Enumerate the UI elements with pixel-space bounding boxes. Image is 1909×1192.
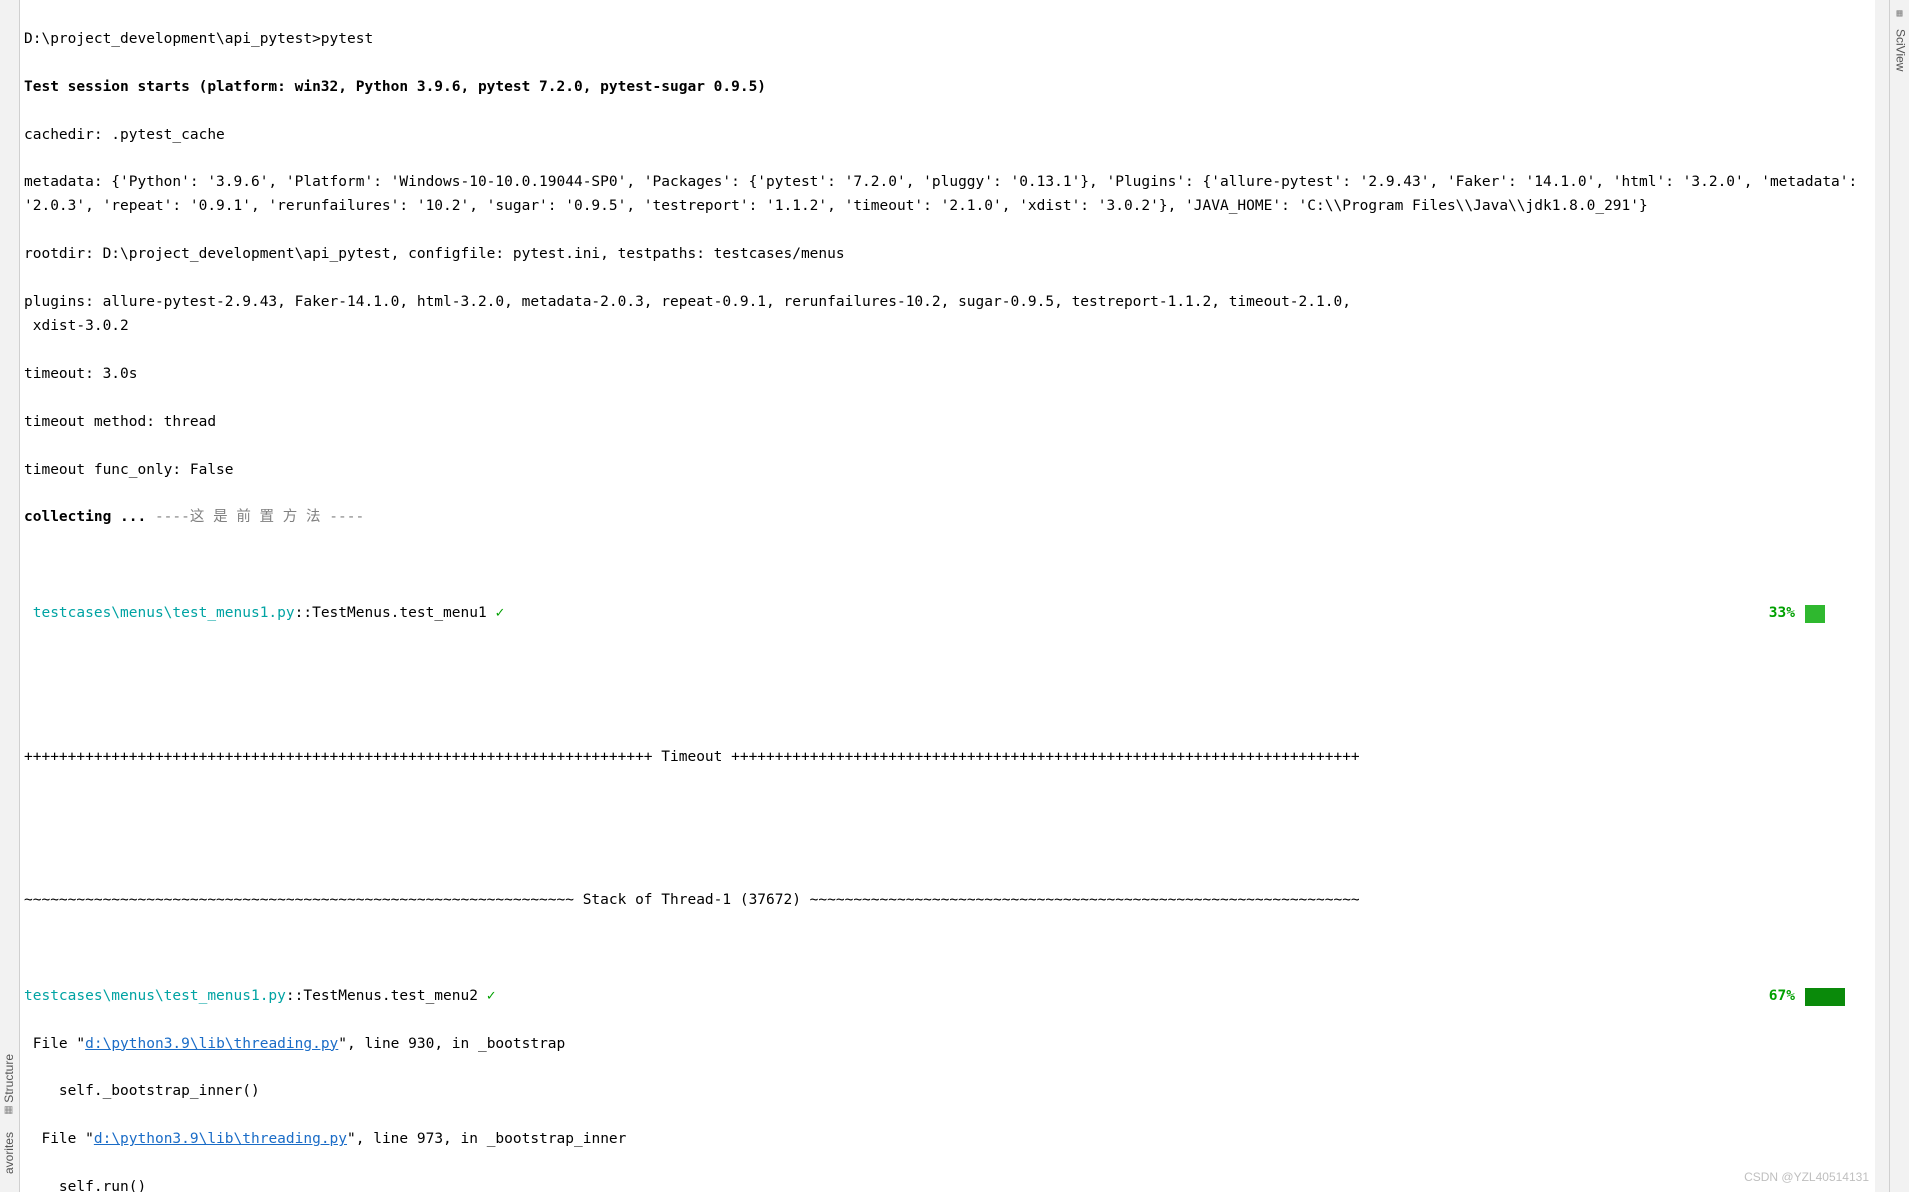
timeout-method-line: timeout method: thread — [24, 411, 1885, 435]
threading-link[interactable]: d:\python3.9\lib\threading.py — [85, 1036, 338, 1052]
blank-line — [24, 554, 1885, 578]
collecting-suffix: ----这 是 前 置 方 法 ---- — [155, 509, 364, 525]
watermark: CSDN @YZL40514131 — [1744, 1168, 1869, 1188]
structure-tab-label: Structure — [2, 1054, 16, 1103]
test1-percent: 33% — [1769, 602, 1795, 626]
blank-line — [24, 937, 1885, 961]
rootdir-line: rootdir: D:\project_development\api_pyte… — [24, 243, 1885, 267]
favorites-tab-label: avorites — [2, 1132, 16, 1174]
blank-line — [24, 841, 1885, 865]
session-header: Test session starts (platform: win32, Py… — [24, 76, 1885, 100]
blank-line — [24, 650, 1885, 674]
favorites-tab[interactable]: avorites — [0, 1132, 19, 1174]
timeout-func-line: timeout func_only: False — [24, 459, 1885, 483]
test2-case: ::TestMenus.test_menu2 — [286, 988, 487, 1004]
trace-line: File "d:\python3.9\lib\threading.py", li… — [24, 1128, 1885, 1152]
timeout-separator: ++++++++++++++++++++++++++++++++++++++++… — [24, 746, 1885, 770]
timeout-line: timeout: 3.0s — [24, 363, 1885, 387]
trace-code: self._bootstrap_inner() — [24, 1080, 1885, 1104]
stack-thread1-separator: ~~~~~~~~~~~~~~~~~~~~~~~~~~~~~~~~~~~~~~~~… — [24, 889, 1885, 913]
structure-icon: ▦ — [3, 1105, 14, 1116]
check-icon: ✓ — [487, 988, 496, 1004]
test-result-1: testcases\menus\test_menus1.py::TestMenu… — [24, 602, 1885, 626]
test2-path: testcases\menus\test_menus1.py — [24, 988, 286, 1004]
progress-bar-2 — [1805, 988, 1865, 1006]
sciview-tab[interactable]: SciView — [1890, 29, 1909, 71]
prompt-line: D:\project_development\api_pytest>pytest — [24, 28, 1885, 52]
terminal-output[interactable]: D:\project_development\api_pytest>pytest… — [20, 0, 1889, 1192]
metadata-line: metadata: {'Python': '3.9.6', 'Platform'… — [24, 171, 1885, 219]
trace-code: self.run() — [24, 1176, 1885, 1192]
vertical-scrollbar[interactable] — [1875, 0, 1889, 1192]
check-icon: ✓ — [495, 605, 504, 621]
test1-path: testcases\menus\test_menus1.py — [24, 605, 295, 621]
test1-case: ::TestMenus.test_menu1 — [295, 605, 496, 621]
right-sidebar: ▦ SciView — [1889, 0, 1909, 1192]
grid-icon: ▦ — [1896, 6, 1902, 23]
blank-line — [24, 698, 1885, 722]
test2-percent: 67% — [1769, 985, 1795, 1009]
cachedir-line: cachedir: .pytest_cache — [24, 124, 1885, 148]
timeout-sep-label: Timeout — [661, 749, 722, 765]
plugins-line: plugins: allure-pytest-2.9.43, Faker-14.… — [24, 291, 1885, 339]
threading-link[interactable]: d:\python3.9\lib\threading.py — [94, 1131, 347, 1147]
collecting-label: collecting ... — [24, 509, 155, 525]
sciview-tab-label: SciView — [1893, 29, 1907, 71]
left-sidebar: ▦ Structure avorites — [0, 0, 20, 1192]
test-result-2: testcases\menus\test_menus1.py::TestMenu… — [24, 985, 1885, 1009]
collecting-line: collecting ... ----这 是 前 置 方 法 ---- — [24, 506, 1885, 530]
trace-line: File "d:\python3.9\lib\threading.py", li… — [24, 1033, 1885, 1057]
blank-line — [24, 793, 1885, 817]
structure-tab[interactable]: ▦ Structure — [0, 1054, 19, 1116]
stack1-label: Stack of Thread-1 (37672) — [583, 892, 801, 908]
progress-bar-1 — [1805, 605, 1865, 623]
